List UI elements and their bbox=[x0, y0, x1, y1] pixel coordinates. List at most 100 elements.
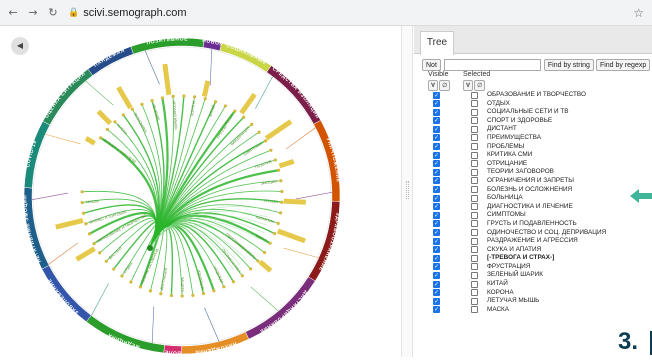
tree-row-label[interactable]: РАЗДРАЖЕНИЕ И АГРЕССИЯ bbox=[487, 237, 578, 246]
visible-checkbox[interactable]: ✓ bbox=[433, 306, 440, 314]
visible-checkbox[interactable]: ✓ bbox=[433, 91, 440, 99]
graph-node[interactable] bbox=[182, 94, 186, 98]
tree-row-label[interactable]: КРИТИКА СМИ bbox=[487, 151, 532, 160]
graph-node[interactable] bbox=[280, 200, 284, 204]
tree-row[interactable]: ✓ ОДИНОЧЕСТВО И СОЦ. ДЕПРИВАЦИЯ bbox=[414, 229, 652, 238]
address-bar[interactable]: 🔒 scivi.semograph.com bbox=[68, 4, 187, 22]
url-text[interactable]: scivi.semograph.com bbox=[83, 7, 186, 19]
visible-checkbox[interactable]: ✓ bbox=[433, 100, 440, 108]
graph-node[interactable] bbox=[262, 250, 267, 255]
selected-checkbox[interactable] bbox=[471, 246, 478, 254]
tree-row-label[interactable]: БОЛЬНИЦА bbox=[487, 194, 523, 203]
graph-node[interactable] bbox=[191, 293, 195, 298]
circular-graph-canvas[interactable]: ПОЗИТИВНОЕНОВОЕСОЦИАЛЬНЫЕСРЕДСТВА ИЗОЛЯЦ… bbox=[0, 26, 400, 357]
graph-node[interactable] bbox=[269, 148, 273, 152]
node-label[interactable]: МАСКИ bbox=[86, 199, 99, 204]
tree-row[interactable]: ✓ КОРОНА bbox=[414, 289, 652, 298]
selected-checkbox[interactable] bbox=[471, 229, 478, 236]
visible-checkbox[interactable]: ✓ bbox=[433, 108, 440, 116]
graph-node[interactable] bbox=[140, 102, 144, 106]
graph-node[interactable] bbox=[268, 241, 272, 245]
tree-row-label[interactable]: СИМПТОМЫ bbox=[487, 211, 526, 220]
visible-checkbox[interactable]: ✓ bbox=[433, 229, 440, 236]
visible-checkbox[interactable]: ✓ bbox=[433, 160, 440, 168]
graph-node[interactable] bbox=[276, 221, 280, 225]
graph-node[interactable] bbox=[129, 280, 133, 284]
selected-all-button[interactable]: ∀ bbox=[463, 80, 474, 91]
visible-checkbox[interactable]: ✓ bbox=[433, 117, 440, 125]
value-bar[interactable] bbox=[201, 80, 211, 98]
visible-checkbox[interactable]: ✓ bbox=[433, 151, 440, 159]
tree-row[interactable]: ✓ КИТАЙ bbox=[414, 280, 652, 289]
bookmark-star-icon[interactable]: ☆ bbox=[633, 6, 644, 20]
tree-row[interactable]: ✓ [-ТРЕВОГА И СТРАХ-] bbox=[414, 254, 652, 263]
graph-node[interactable] bbox=[212, 289, 216, 293]
value-bar[interactable] bbox=[239, 92, 257, 115]
graph-node[interactable] bbox=[87, 232, 92, 236]
ring-segment[interactable] bbox=[41, 265, 92, 323]
graph-node[interactable] bbox=[256, 259, 260, 263]
graph-node[interactable] bbox=[120, 274, 124, 278]
selected-checkbox[interactable] bbox=[471, 186, 478, 194]
visible-checkbox[interactable]: ✓ bbox=[433, 186, 440, 194]
visible-checkbox[interactable]: ✓ bbox=[433, 125, 440, 133]
graph-node[interactable] bbox=[169, 293, 174, 298]
tree-row-label[interactable]: ГРУСТЬ И ПОДАВЛЕННОСТЬ bbox=[487, 220, 577, 229]
visible-checkbox[interactable]: ✓ bbox=[433, 289, 440, 297]
selected-checkbox[interactable] bbox=[471, 280, 478, 288]
node-label[interactable]: БИЗНЕС И ТОРГОВЛЯ bbox=[89, 210, 127, 225]
node-label[interactable]: ВИРУС bbox=[255, 234, 268, 243]
value-bar[interactable] bbox=[278, 159, 295, 169]
graph-node[interactable] bbox=[80, 190, 84, 194]
value-bar[interactable] bbox=[162, 63, 172, 96]
ring-segment[interactable] bbox=[266, 65, 322, 125]
graph-node[interactable] bbox=[242, 115, 246, 119]
tree-row[interactable]: ✓ ПРОБЛЕМЫ bbox=[414, 143, 652, 152]
tree-row-label[interactable]: ТЕОРИИ ЗАГОВОРОВ bbox=[487, 168, 554, 177]
selected-checkbox[interactable] bbox=[471, 254, 478, 262]
value-bar[interactable] bbox=[75, 246, 96, 262]
graph-node[interactable] bbox=[263, 139, 268, 143]
tree-row-label[interactable]: ОТДЫХ bbox=[487, 100, 510, 109]
node-label[interactable]: БИЗНЕС И ТОРГОВЛЯ bbox=[103, 138, 137, 164]
visible-checkbox[interactable]: ✓ bbox=[433, 168, 440, 176]
filter-input[interactable] bbox=[443, 59, 541, 71]
tree-row-label[interactable]: СПОРТ И ЗДОРОВЬЕ bbox=[487, 117, 552, 126]
selected-checkbox[interactable] bbox=[471, 151, 478, 159]
tree-row-label[interactable]: КИТАЙ bbox=[487, 280, 508, 289]
graph-node[interactable] bbox=[180, 294, 184, 298]
graph-node[interactable] bbox=[273, 231, 277, 236]
node-label[interactable]: КИТАЙ bbox=[208, 104, 216, 117]
selected-checkbox[interactable] bbox=[471, 143, 478, 151]
tree-row[interactable]: ✓ ОБРАЗОВАНИЕ И ТВОРЧЕСТВО bbox=[414, 91, 652, 100]
graph-node[interactable] bbox=[80, 200, 84, 205]
selected-checkbox[interactable] bbox=[471, 117, 478, 125]
tree-row[interactable]: ✓ СОЦИАЛЬНЫЕ СЕТИ И ТВ bbox=[414, 108, 652, 117]
tree-row[interactable]: ✓ СИМПТОМЫ bbox=[414, 211, 652, 220]
ring-segment[interactable] bbox=[87, 46, 134, 76]
collapse-left-icon[interactable]: ◀ bbox=[11, 37, 29, 55]
graph-node[interactable] bbox=[171, 94, 175, 98]
node-label[interactable]: ДИСТАНЦИЯ bbox=[160, 267, 169, 290]
value-bar[interactable] bbox=[116, 85, 133, 110]
selected-checkbox[interactable] bbox=[471, 271, 478, 279]
selected-none-button[interactable]: ∅ bbox=[474, 80, 486, 91]
visible-checkbox[interactable]: ✓ bbox=[433, 271, 440, 279]
selected-checkbox[interactable] bbox=[471, 237, 478, 245]
visible-checkbox[interactable]: ✓ bbox=[433, 211, 440, 219]
tree-row[interactable]: ✓ БОЛЕЗНЬ И ОСЛОЖНЕНИЯ bbox=[414, 186, 652, 195]
tree-row[interactable]: ✓ ГРУСТЬ И ПОДАВЛЕННОСТЬ bbox=[414, 220, 652, 229]
tree-row-label[interactable]: ПРЕИМУЩЕСТВА bbox=[487, 134, 541, 143]
tree-row-label[interactable]: СОЦИАЛЬНЫЕ СЕТИ И ТВ bbox=[487, 108, 569, 117]
tree-row[interactable]: ✓ ОТДЫХ bbox=[414, 100, 652, 109]
not-button[interactable]: Not bbox=[422, 59, 441, 71]
tab-tree[interactable]: Tree bbox=[420, 31, 454, 55]
tree-row-label[interactable]: ДИСТАНТ bbox=[487, 125, 517, 134]
graph-node[interactable] bbox=[250, 122, 254, 126]
visible-checkbox[interactable]: ✓ bbox=[433, 177, 440, 185]
node-label[interactable]: ЭМОЦИИ bbox=[261, 179, 278, 185]
graph-node[interactable] bbox=[273, 158, 277, 162]
visible-checkbox[interactable]: ✓ bbox=[433, 263, 440, 271]
tree-row[interactable]: ✓ СКУКА И АПАТИЯ bbox=[414, 246, 652, 255]
graph-node[interactable] bbox=[105, 127, 109, 132]
